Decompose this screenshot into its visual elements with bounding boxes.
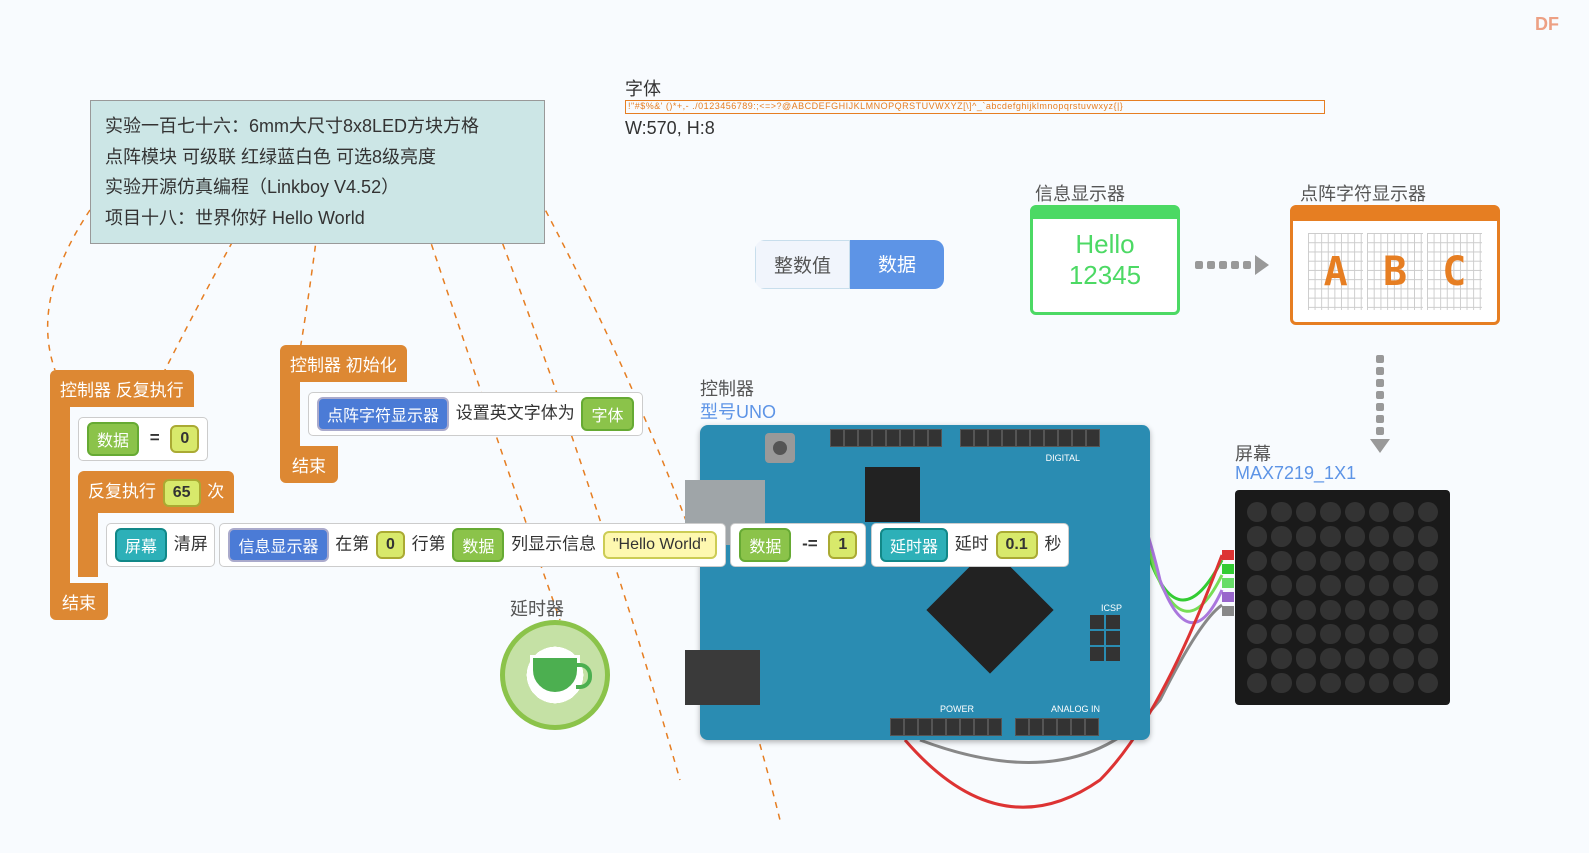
literal-number[interactable]: 0.1 — [996, 531, 1038, 559]
data-pill-label: 整数值 — [755, 240, 850, 289]
chip-timer[interactable]: 延时器 — [880, 528, 948, 562]
screen-model: MAX7219_1X1 — [1235, 463, 1356, 484]
block-text: 清屏 — [174, 534, 208, 553]
info-display-line1: Hello — [1075, 229, 1134, 260]
led-matrix-pins — [1222, 550, 1234, 616]
data-variable-pill[interactable]: 整数值 数据 — [755, 240, 944, 289]
dotmatrix-char: A — [1308, 233, 1363, 310]
font-dimensions: W:570, H:8 — [625, 118, 715, 139]
icsp-header — [1090, 615, 1120, 661]
chip-screen[interactable]: 屏幕 — [115, 528, 167, 562]
font-ruler[interactable]: !"#$%&' ()*+,- ./0123456789:;<=>?@ABCDEF… — [625, 100, 1325, 114]
loop-code-block[interactable]: 控制器 反复执行 数据 = 0 反复执行 65 次 屏幕 清屏 信息显示器 在第 — [50, 370, 1069, 620]
block-row-clear[interactable]: 屏幕 清屏 — [106, 523, 215, 567]
block-row-display[interactable]: 信息显示器 在第 0 行第 数据 列显示信息 "Hello World" — [219, 523, 725, 567]
analog-label: ANALOG IN — [1051, 704, 1100, 714]
info-display-line2: 12345 — [1069, 260, 1141, 291]
literal-number[interactable]: 1 — [828, 531, 857, 559]
inner-loop-header[interactable]: 反复执行 65 次 — [78, 471, 234, 513]
font-title: 字体 — [625, 75, 661, 101]
arrow-right-icon — [1195, 255, 1269, 275]
literal-string[interactable]: "Hello World" — [603, 531, 717, 559]
info-line: 实验开源仿真编程（Linkboy V4.52） — [105, 172, 530, 203]
block-text: 在第 — [335, 534, 369, 553]
watermark: DF — [1535, 14, 1559, 35]
block-row-assign[interactable]: 数据 = 0 — [78, 417, 208, 461]
led-matrix-module[interactable] — [1235, 490, 1450, 705]
icsp-label: ICSP — [1101, 603, 1122, 613]
block-row-decrement[interactable]: 数据 -= 1 — [730, 523, 866, 567]
block-row-delay[interactable]: 延时器 延时 0.1 秒 — [871, 523, 1068, 567]
data-pill-value: 数据 — [850, 240, 944, 289]
info-line: 实验一百七十六：6mm大尺寸8x8LED方块方格 — [105, 111, 530, 142]
timer-icon[interactable] — [500, 620, 610, 730]
block-header[interactable]: 控制器 反复执行 — [50, 370, 194, 407]
info-line: 项目十八：世界你好 Hello World — [105, 203, 530, 234]
info-display-title: 信息显示器 — [1035, 180, 1125, 206]
block-text: 列显示信息 — [511, 534, 596, 553]
op-minus-equals: -= — [798, 534, 822, 553]
dotmatrix-title: 点阵字符显示器 — [1300, 180, 1426, 206]
literal-number[interactable]: 0 — [376, 531, 405, 559]
dotmatrix-display[interactable]: A B C — [1290, 205, 1500, 325]
block-text: 行第 — [412, 534, 446, 553]
info-line: 点阵模块 可级联 红绿蓝白色 可选8级亮度 — [105, 142, 530, 173]
info-note-box: 实验一百七十六：6mm大尺寸8x8LED方块方格 点阵模块 可级联 红绿蓝白色 … — [90, 100, 545, 244]
power-label: POWER — [940, 704, 974, 714]
chip-data[interactable]: 数据 — [87, 422, 139, 456]
arrow-down-icon — [1370, 355, 1390, 453]
info-display-screen[interactable]: Hello 12345 — [1030, 205, 1180, 315]
block-footer: 结束 — [50, 583, 108, 620]
op-equals: = — [146, 428, 164, 447]
chip-data[interactable]: 数据 — [739, 528, 791, 562]
chip-info-display[interactable]: 信息显示器 — [228, 528, 328, 562]
power-jack-icon — [685, 650, 760, 705]
dotmatrix-char: B — [1367, 233, 1422, 310]
block-text: 秒 — [1045, 534, 1062, 553]
literal-number[interactable]: 0 — [170, 425, 199, 453]
block-text: 延时 — [955, 534, 989, 553]
dotmatrix-char: C — [1427, 233, 1482, 310]
chip-data-var[interactable]: 数据 — [452, 528, 504, 562]
loop-count[interactable]: 65 — [163, 479, 201, 507]
